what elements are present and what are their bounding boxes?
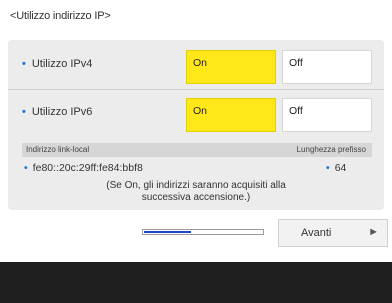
ipv4-on-button[interactable]: On <box>186 50 276 84</box>
progress-bar <box>142 229 264 235</box>
ipv4-row: • Utilizzo IPv4 On Off <box>8 44 384 84</box>
ipv6-off-button[interactable]: Off <box>282 98 372 132</box>
settings-panel: • Utilizzo IPv4 On Off • Utilizzo IPv6 On … <box>8 40 384 210</box>
bullet-icon: • <box>22 106 26 118</box>
progress-fill <box>144 231 191 233</box>
next-label: Avanti <box>301 227 332 239</box>
ipv6-label: • Utilizzo IPv6 <box>22 106 93 118</box>
linklocal-address-header: Indirizzo link-local <box>26 145 90 154</box>
bullet-icon: • <box>326 162 330 174</box>
prefix-length-header: Lunghezza prefisso <box>296 145 366 154</box>
ipv6-on-button[interactable]: On <box>186 98 276 132</box>
ipv4-off-button[interactable]: Off <box>282 50 372 84</box>
bullet-icon: • <box>22 58 26 70</box>
bullet-icon: • <box>24 162 28 174</box>
ipv4-label: • Utilizzo IPv4 <box>22 58 93 70</box>
linklocal-address: • fe80::20c:29ff:fe84:bbf8 <box>24 162 143 174</box>
ipv6-row: • Utilizzo IPv6 On Off <box>8 92 384 132</box>
divider <box>8 89 384 90</box>
arrow-right-icon: ► <box>368 226 379 238</box>
page-title: <Utilizzo indirizzo IP> <box>10 10 111 22</box>
next-button[interactable]: Avanti ► <box>278 219 388 247</box>
prefix-length: • 64 <box>326 162 347 174</box>
bottom-bar <box>0 262 392 303</box>
linklocal-header: Indirizzo link-local Lunghezza prefisso <box>22 143 372 157</box>
note-text: (Se On, gli indirizzi saranno acquisiti … <box>106 180 286 203</box>
